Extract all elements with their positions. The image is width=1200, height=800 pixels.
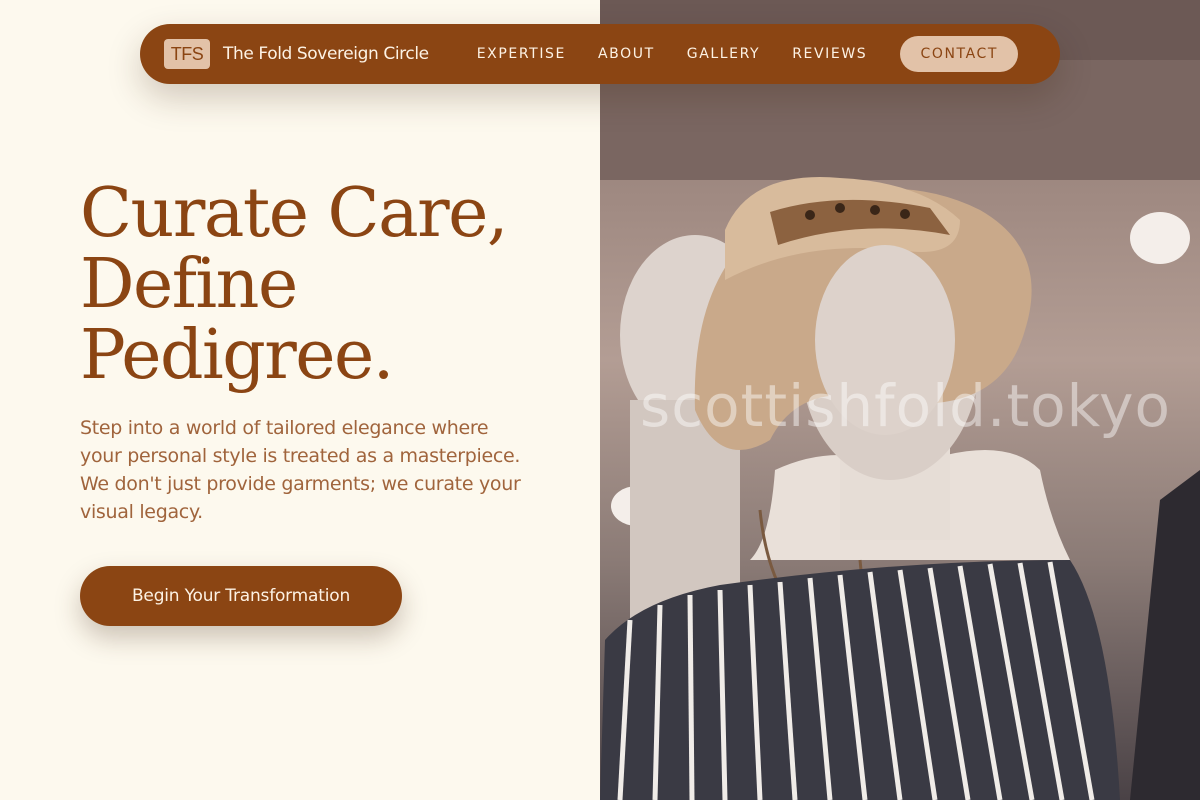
hero-subcopy: Step into a world of tailored elegance w…: [80, 417, 521, 523]
nav-link-reviews[interactable]: REVIEWS: [792, 46, 867, 62]
contact-button[interactable]: CONTACT: [900, 36, 1019, 72]
brand-mark: TFS: [164, 39, 210, 69]
nav-links: EXPERTISE ABOUT GALLERY REVIEWS CONTACT: [477, 36, 1019, 72]
nav-link-about[interactable]: ABOUT: [598, 46, 655, 62]
headline-line-3: Pedigree.: [80, 316, 394, 395]
nav-link-gallery[interactable]: GALLERY: [687, 46, 760, 62]
begin-transformation-button[interactable]: Begin Your Transformation: [80, 566, 402, 626]
headline-line-1: Curate Care,: [80, 174, 509, 253]
brand-name: The Fold Sovereign Circle: [223, 44, 429, 64]
hero-headline: Curate Care, Define Pedigree.: [80, 178, 560, 391]
navbar: TFS The Fold Sovereign Circle EXPERTISE …: [140, 24, 1060, 84]
nav-link-expertise[interactable]: EXPERTISE: [477, 46, 566, 62]
watermark-text: scottishfold.tokyo: [640, 372, 1171, 440]
hero-image: scottishfold.tokyo: [600, 0, 1200, 800]
headline-line-2: Define: [80, 245, 298, 324]
brand-logo-link[interactable]: TFS The Fold Sovereign Circle: [164, 39, 429, 69]
